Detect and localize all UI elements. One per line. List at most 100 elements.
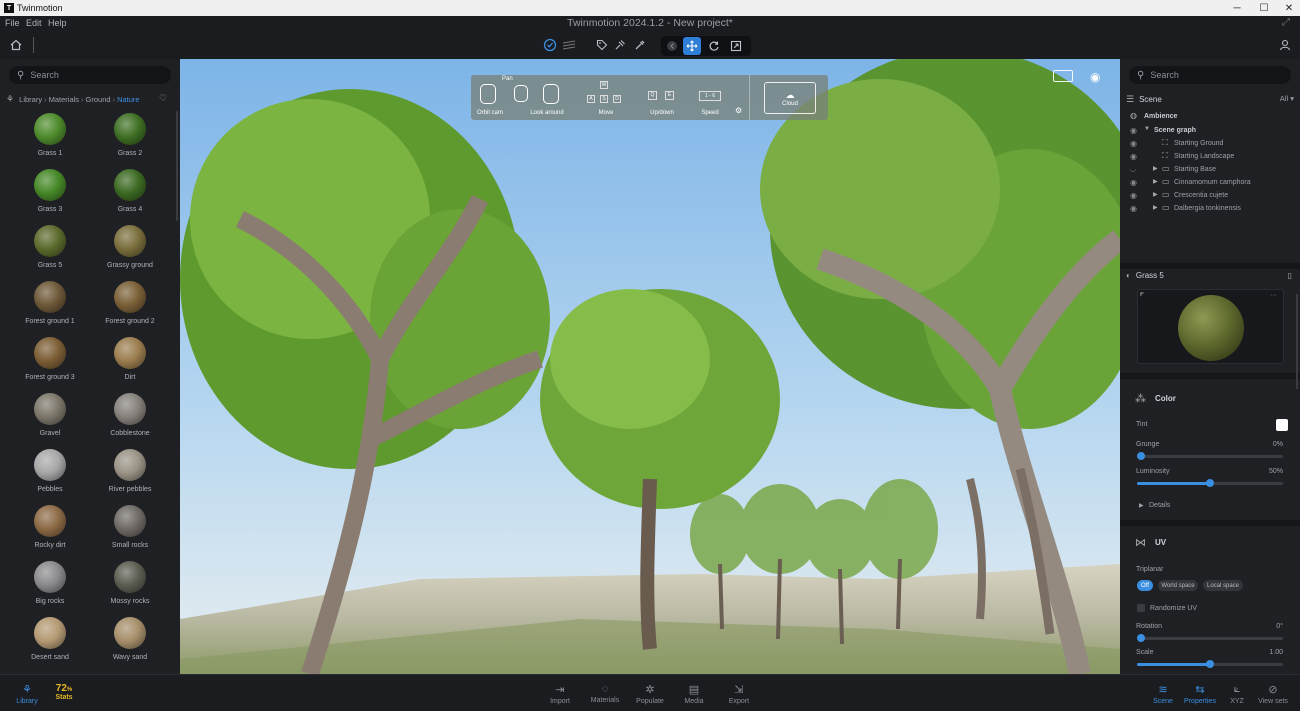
dock-panel-icon[interactable]: ▯ [1288,271,1292,280]
favorite-icon[interactable]: ♡ [159,93,167,104]
library-tab[interactable]: ⚘ Library [2,683,52,705]
scale-slider-knob[interactable] [1206,660,1214,668]
viewport-3d[interactable] [180,59,1120,674]
materials-tab[interactable]: ◌ Materials [580,683,630,704]
media-tab[interactable]: ▤ Media [669,683,719,705]
picker-button[interactable] [631,36,649,54]
rotate-tool-button[interactable] [705,37,723,55]
properties-scrollbar[interactable] [1296,294,1298,389]
triplanar-local-space-option[interactable]: Local space [1203,580,1243,591]
tree-item[interactable]: ◉ ▶ ▭ Cinnamomum camphora [1120,177,1300,191]
export-tab[interactable]: ⇲ Export [714,683,764,705]
panel-splitter[interactable] [1120,263,1300,269]
move-label: Move [598,110,614,116]
tree-item[interactable]: ◡ ▶ ▭ Starting Base [1120,164,1300,178]
material-tile[interactable]: Grass 1 [10,112,90,168]
rotation-slider[interactable] [1137,634,1283,642]
visibility-eye-icon[interactable]: ◉ [1130,139,1137,148]
details-label[interactable]: Details [1149,502,1170,509]
check-button[interactable] [541,36,559,54]
expand-arrow-icon[interactable]: ▶ [1153,165,1158,172]
material-tile[interactable]: Grass 4 [90,168,170,224]
expand-arrow-icon[interactable]: ▶ [1153,191,1158,198]
visibility-eye-icon[interactable]: ◉ [1130,204,1137,213]
scale-slider[interactable] [1137,660,1283,668]
fullscreen-icon[interactable]: ⤢ [1282,17,1290,28]
visibility-eye-icon[interactable]: ◉ [1130,191,1137,200]
grunge-slider-knob[interactable] [1137,452,1145,460]
visibility-eye-icon[interactable]: ◉ [1130,152,1137,161]
tree-item[interactable]: ◉ ⛶ Starting Landscape [1120,151,1300,165]
material-tile[interactable]: Forest ground 2 [90,280,170,336]
triplanar-world-space-option[interactable]: World space [1158,580,1198,591]
tree-item[interactable]: ◉ ▶ ▭ Crescentia cujete [1120,190,1300,204]
scene-filter-dropdown[interactable]: All ▾ [1280,94,1294,103]
material-tile[interactable]: Pebbles [10,448,90,504]
menu-help[interactable]: Help [48,18,67,28]
triplanar-off-option[interactable]: Off [1137,580,1153,591]
luminosity-slider[interactable] [1137,479,1283,487]
home-button[interactable] [7,36,25,54]
material-tile[interactable]: Gravel [10,392,90,448]
tree-item[interactable]: ◉ ▶ ▭ Dalbergia tonkinensis [1120,203,1300,217]
material-tile[interactable]: Cobblestone [90,392,170,448]
import-tab[interactable]: ⇥ Import [535,683,585,705]
back-button[interactable] [663,37,681,55]
tag-button[interactable] [593,36,611,54]
scale-tool-button[interactable] [727,37,745,55]
material-tile[interactable]: Mossy rocks [90,560,170,616]
breadcrumb-ground[interactable]: Ground [86,95,111,104]
material-tile[interactable]: Forest ground 1 [10,280,90,336]
paint-button[interactable] [611,36,629,54]
tint-swatch[interactable] [1276,419,1288,431]
hidden-eye-icon[interactable]: ◡ [1130,165,1136,173]
menu-edit[interactable]: Edit [26,18,42,28]
material-tile[interactable]: Rocky dirt [10,504,90,560]
breadcrumb-materials[interactable]: Materials [49,95,79,104]
breadcrumb-nature[interactable]: Nature [117,95,140,104]
more-options-button[interactable]: ··· [1270,292,1277,299]
material-tile[interactable]: Dirt [90,336,170,392]
view-sets-tab[interactable]: ⊘ View sets [1248,683,1298,705]
stats-tab[interactable]: 72% Stats [52,683,76,701]
user-button[interactable] [1276,36,1294,54]
rotation-slider-knob[interactable] [1137,634,1145,642]
material-tile[interactable]: Wavy sand [90,616,170,672]
populate-tab[interactable]: ✲ Populate [625,683,675,705]
material-tile[interactable]: Grass 3 [10,168,90,224]
minimize-button[interactable]: ─ [1223,0,1251,16]
move-tool-button[interactable] [683,37,701,55]
material-tile[interactable]: Grassy ground [90,224,170,280]
material-tile[interactable]: Grass 2 [90,112,170,168]
eye-icon[interactable]: ◉ [1090,70,1100,84]
material-tile[interactable]: Grass 5 [10,224,90,280]
scene-search-input[interactable]: ⚲ Search [1129,66,1291,84]
material-tile[interactable]: Small rocks [90,504,170,560]
sun-path-button[interactable] [560,36,578,54]
visibility-eye-icon[interactable]: ◉ [1130,126,1137,135]
luminosity-slider-knob[interactable] [1206,479,1214,487]
material-tile[interactable]: Big rocks [10,560,90,616]
menu-file[interactable]: File [5,18,20,28]
cloud-button[interactable]: ☁ Cloud [764,82,816,114]
randomize-uv-checkbox[interactable] [1137,604,1145,612]
grunge-slider[interactable] [1137,452,1283,460]
breadcrumb-library[interactable]: Library [19,95,42,104]
details-arrow-icon[interactable]: ▶ [1139,502,1144,509]
camera-icon[interactable] [1053,70,1073,82]
material-tile[interactable]: Forest ground 3 [10,336,90,392]
visibility-eye-icon[interactable]: ◉ [1130,178,1137,187]
ambience-row[interactable]: ◍ Ambience [1120,111,1300,125]
expand-arrow-icon[interactable]: ▶ [1153,178,1158,185]
material-tile[interactable]: Desert sand [10,616,90,672]
material-tile[interactable]: River pebbles [90,448,170,504]
collapse-arrow-icon[interactable]: ▼ [1144,126,1150,132]
scene-graph-row[interactable]: ◉ ▼ Scene graph [1120,126,1300,139]
settings-gear-icon[interactable]: ⚙ [735,106,742,115]
close-button[interactable]: ✕ [1275,0,1300,16]
maximize-button[interactable]: ☐ [1250,0,1278,16]
library-scrollbar[interactable] [176,111,178,221]
expand-arrow-icon[interactable]: ▶ [1153,204,1158,211]
library-search-input[interactable]: ⚲ Search [9,66,171,84]
tree-item[interactable]: ◉ ⛶ Starting Ground [1120,138,1300,152]
